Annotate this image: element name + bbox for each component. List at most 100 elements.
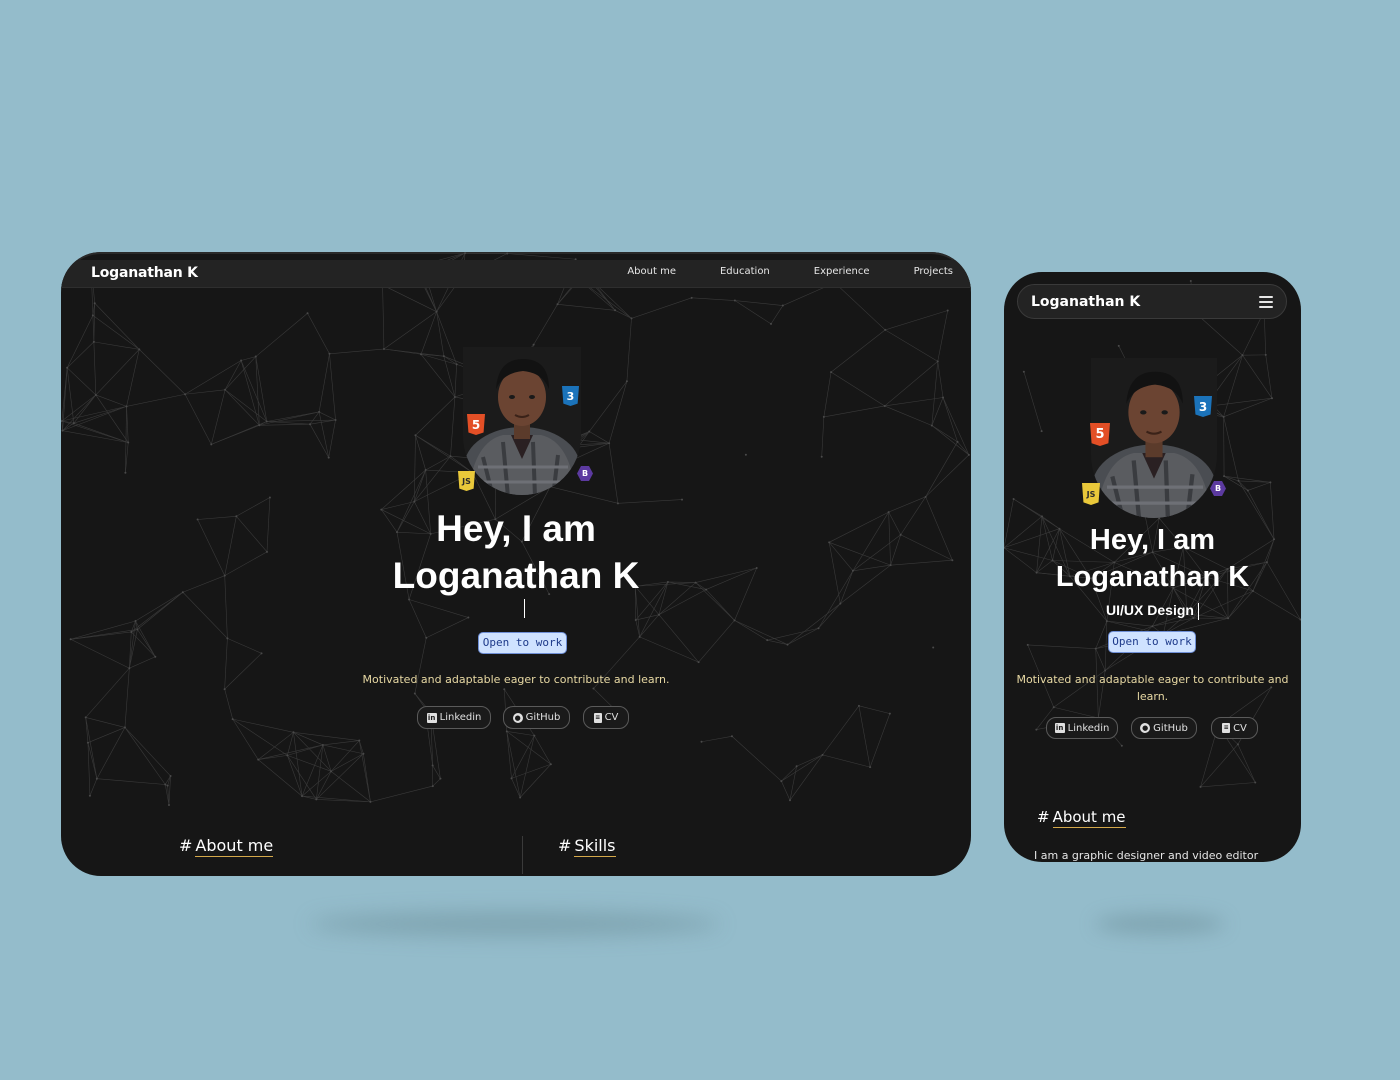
- typing-caret: [1197, 602, 1199, 620]
- network-node: [1237, 479, 1240, 482]
- network-node: [822, 415, 825, 418]
- network-line: [931, 425, 958, 443]
- network-node: [315, 798, 318, 801]
- network-node: [1120, 744, 1123, 747]
- github-label: GitHub: [525, 712, 561, 723]
- network-line: [787, 627, 819, 645]
- network-line: [639, 636, 699, 663]
- network-node: [210, 443, 213, 446]
- network-line: [420, 354, 456, 398]
- network-node: [453, 395, 456, 398]
- hamburger-menu-icon[interactable]: [1259, 296, 1273, 311]
- nav-link-projects[interactable]: Projects: [914, 266, 953, 277]
- network-node: [821, 753, 824, 756]
- network-node: [1105, 620, 1108, 623]
- network-line: [89, 778, 98, 796]
- network-line: [414, 435, 416, 502]
- github-button[interactable]: ● GitHub: [1131, 717, 1197, 739]
- network-line: [506, 731, 512, 779]
- network-line: [322, 740, 360, 746]
- nav-link-experience[interactable]: Experience: [814, 266, 870, 277]
- network-node: [1026, 643, 1029, 646]
- network-node: [592, 687, 595, 690]
- network-node: [431, 785, 434, 788]
- network-node: [549, 763, 552, 766]
- network-node: [1094, 647, 1097, 650]
- network-line: [631, 297, 692, 319]
- network-line: [96, 727, 126, 779]
- section-about-label: About me: [1052, 808, 1126, 828]
- linkedin-button[interactable]: in Linkedin: [1046, 717, 1118, 739]
- network-node: [128, 667, 131, 670]
- network-line: [821, 416, 825, 457]
- network-node: [72, 422, 75, 425]
- cv-button[interactable]: ≡ CV: [1211, 717, 1258, 739]
- network-line: [885, 310, 948, 331]
- javascript-icon: JS: [1082, 483, 1100, 505]
- network-line: [511, 735, 535, 779]
- network-node: [946, 309, 949, 312]
- network-node: [330, 770, 333, 773]
- network-line: [608, 443, 619, 504]
- network-line: [931, 397, 944, 426]
- network-node: [1246, 489, 1249, 492]
- network-line: [731, 736, 782, 782]
- network-line: [227, 638, 262, 654]
- profile-avatar: [1091, 358, 1217, 518]
- network-line: [70, 620, 136, 640]
- network-line: [550, 486, 618, 504]
- network-line: [322, 744, 364, 755]
- network-line: [414, 456, 451, 502]
- network-line: [589, 381, 628, 432]
- network-node: [788, 799, 791, 802]
- network-node: [449, 455, 452, 458]
- network-line: [330, 771, 371, 803]
- network-line: [557, 303, 616, 311]
- network-node: [510, 777, 513, 780]
- network-node: [334, 419, 337, 422]
- network-line: [1095, 648, 1106, 671]
- network-line: [931, 425, 970, 456]
- network-node: [869, 766, 872, 769]
- nav-link-about[interactable]: About me: [627, 266, 676, 277]
- network-node: [134, 620, 137, 623]
- network-line: [734, 620, 768, 641]
- cv-label: CV: [604, 712, 619, 723]
- linkedin-icon: in: [426, 712, 437, 723]
- open-to-work-badge: Open to work: [478, 632, 567, 654]
- linkedin-button[interactable]: in Linkedin: [417, 706, 491, 729]
- brand-logo[interactable]: Loganathan K: [91, 265, 198, 281]
- network-line: [70, 639, 130, 669]
- network-node: [1254, 781, 1257, 784]
- nav-link-education[interactable]: Education: [720, 266, 770, 277]
- network-node: [532, 343, 535, 346]
- network-node: [362, 752, 365, 755]
- cv-button[interactable]: ≡ CV: [583, 706, 629, 729]
- network-node: [625, 380, 628, 383]
- network-line: [383, 348, 444, 357]
- network-line: [95, 394, 129, 443]
- network-line: [931, 361, 939, 426]
- network-node: [1269, 481, 1272, 484]
- network-node: [1189, 279, 1192, 282]
- network-line: [770, 305, 784, 325]
- network-node: [265, 420, 268, 423]
- network-line: [1237, 744, 1256, 783]
- network-line: [734, 300, 783, 306]
- network-node: [608, 442, 611, 445]
- network-node: [328, 352, 331, 355]
- network-line: [823, 405, 885, 418]
- network-node: [766, 639, 769, 642]
- network-line: [937, 310, 948, 362]
- github-button[interactable]: ● GitHub: [503, 706, 570, 729]
- open-to-work-badge: Open to work: [1108, 631, 1196, 653]
- network-line: [1104, 621, 1108, 671]
- network-node: [431, 764, 434, 767]
- network-line: [318, 353, 330, 412]
- hero-title-line1: Hey, I am: [436, 508, 596, 549]
- network-node: [830, 371, 833, 374]
- network-node: [936, 360, 939, 363]
- network-line: [534, 735, 552, 765]
- section-heading-skills: # Skills: [558, 836, 616, 857]
- brand-logo[interactable]: Loganathan K: [1031, 294, 1140, 310]
